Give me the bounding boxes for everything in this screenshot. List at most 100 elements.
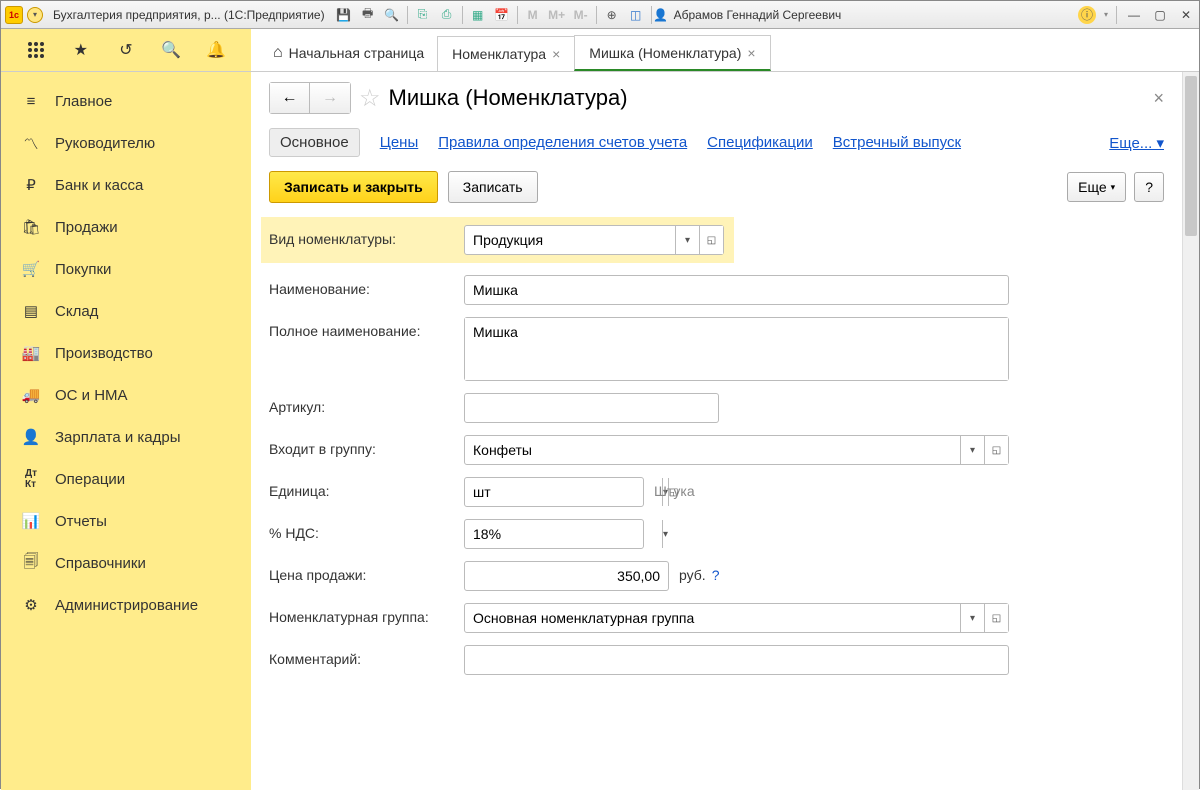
- field-sku[interactable]: [464, 393, 719, 423]
- sidebar-item-label: Руководителю: [55, 135, 155, 152]
- field-vat[interactable]: ▾: [464, 519, 644, 549]
- sidebar-item-operations[interactable]: ДтКтОперации: [1, 458, 251, 500]
- app-menu-dropdown[interactable]: ▾: [27, 7, 43, 23]
- open-ref-icon[interactable]: ◱: [699, 226, 723, 254]
- label-fullname: Полное наименование:: [269, 317, 464, 339]
- close-window-button[interactable]: ✕: [1177, 6, 1195, 24]
- open-ref-icon[interactable]: ◱: [984, 604, 1008, 632]
- save-button[interactable]: Записать: [448, 171, 538, 203]
- input-group[interactable]: [465, 436, 960, 464]
- tab-home[interactable]: ⌂ Начальная страница: [259, 35, 438, 71]
- section-link-prices[interactable]: Цены: [380, 134, 419, 151]
- dropdown-icon[interactable]: ▾: [675, 226, 699, 254]
- input-comment[interactable]: [465, 646, 1008, 674]
- input-unit[interactable]: [465, 478, 662, 506]
- export-icon[interactable]: ⎙: [438, 6, 456, 24]
- calculator-icon[interactable]: ▦: [469, 6, 487, 24]
- print-icon[interactable]: 🖶: [359, 6, 377, 24]
- open-ref-icon[interactable]: ◱: [984, 436, 1008, 464]
- sidebar-item-reports[interactable]: 📊Отчеты: [1, 500, 251, 542]
- label-vat: % НДС:: [269, 519, 464, 541]
- history-icon[interactable]: ↺: [115, 39, 137, 61]
- section-link-counter[interactable]: Встречный выпуск: [833, 134, 961, 151]
- maximize-button[interactable]: ▢: [1151, 6, 1169, 24]
- price-help-icon[interactable]: ?: [712, 561, 720, 583]
- sidebar-item-purchases[interactable]: 🛒Покупки: [1, 248, 251, 290]
- close-icon[interactable]: ×: [747, 45, 755, 61]
- sidebar-item-admin[interactable]: ⚙Администрирование: [1, 584, 251, 626]
- field-comment[interactable]: [464, 645, 1009, 675]
- section-link-main[interactable]: Основное: [269, 128, 360, 157]
- save-icon[interactable]: 💾: [335, 6, 353, 24]
- tab-item-mishka[interactable]: Мишка (Номенклатура) ×: [574, 35, 770, 71]
- info-icon[interactable]: ⓘ: [1078, 6, 1096, 24]
- boxes-icon: ▤: [21, 301, 41, 321]
- search-icon[interactable]: 🔍: [160, 39, 182, 61]
- separator: [407, 6, 408, 24]
- sidebar-item-main[interactable]: ≡Главное: [1, 80, 251, 122]
- sidebar-item-sales[interactable]: 🛍Продажи: [1, 206, 251, 248]
- input-fullname[interactable]: [465, 318, 1008, 380]
- tab-nomenclature[interactable]: Номенклатура ×: [437, 36, 575, 71]
- forward-button[interactable]: →: [310, 83, 350, 113]
- dropdown-icon[interactable]: ▾: [960, 604, 984, 632]
- vertical-scrollbar[interactable]: [1182, 72, 1199, 790]
- field-type[interactable]: ▾ ◱: [464, 225, 724, 255]
- scroll-thumb[interactable]: [1185, 76, 1197, 236]
- save-close-button[interactable]: Записать и закрыть: [269, 171, 438, 203]
- calendar-icon[interactable]: 📅: [493, 6, 511, 24]
- close-page-button[interactable]: ×: [1153, 88, 1164, 109]
- field-name[interactable]: [464, 275, 1009, 305]
- favorite-star-icon[interactable]: ☆: [359, 84, 381, 113]
- input-price[interactable]: [465, 562, 668, 590]
- field-group[interactable]: ▾ ◱: [464, 435, 1009, 465]
- row-nomgroup: Номенклатурная группа: ▾ ◱: [269, 603, 1164, 633]
- sidebar-item-assets[interactable]: 🚚ОС и НМА: [1, 374, 251, 416]
- sidebar-item-production[interactable]: 🏭Производство: [1, 332, 251, 374]
- sidebar-item-label: Продажи: [55, 219, 118, 236]
- menu-icon: ≡: [21, 91, 41, 111]
- field-fullname[interactable]: [464, 317, 1009, 381]
- more-actions-button[interactable]: Еще▾: [1067, 172, 1126, 202]
- dropdown-icon[interactable]: ▾: [662, 520, 668, 548]
- dropdown-icon[interactable]: ▾: [960, 436, 984, 464]
- input-nomgroup[interactable]: [465, 604, 960, 632]
- input-type[interactable]: [465, 226, 675, 254]
- section-links-more[interactable]: Еще... ▾: [1109, 134, 1164, 152]
- input-name[interactable]: [465, 276, 1008, 304]
- input-sku[interactable]: [465, 394, 718, 422]
- sidebar-item-label: Администрирование: [55, 597, 198, 614]
- preview-icon[interactable]: 🔍: [383, 6, 401, 24]
- memory-plus-icon[interactable]: M+: [548, 6, 566, 24]
- label-nomgroup: Номенклатурная группа:: [269, 603, 464, 625]
- favorite-icon[interactable]: ★: [70, 39, 92, 61]
- sidebar-item-label: Зарплата и кадры: [55, 429, 181, 446]
- memory-minus-icon[interactable]: M-: [572, 6, 590, 24]
- compare-icon[interactable]: ⎘: [414, 6, 432, 24]
- section-link-specs[interactable]: Спецификации: [707, 134, 813, 151]
- zoom-icon[interactable]: ⊕: [603, 6, 621, 24]
- help-button[interactable]: ?: [1134, 172, 1164, 202]
- user-name: Абрамов Геннадий Сергеевич: [674, 8, 842, 22]
- user-info[interactable]: 👤 Абрамов Геннадий Сергеевич: [652, 6, 842, 24]
- main-area: ≡Главное 〽Руководителю ₽Банк и касса 🛍Пр…: [1, 72, 1199, 790]
- field-unit[interactable]: ▾ ◱: [464, 477, 644, 507]
- sidebar-item-catalogs[interactable]: 🗐Справочники: [1, 542, 251, 584]
- minimize-button[interactable]: —: [1125, 6, 1143, 24]
- sidebar-item-manager[interactable]: 〽Руководителю: [1, 122, 251, 164]
- close-icon[interactable]: ×: [552, 46, 560, 62]
- tab-label: Начальная страница: [289, 45, 424, 61]
- sidebar-item-bank[interactable]: ₽Банк и касса: [1, 164, 251, 206]
- sidebar-item-warehouse[interactable]: ▤Склад: [1, 290, 251, 332]
- panels-icon[interactable]: ◫: [627, 6, 645, 24]
- field-price[interactable]: [464, 561, 669, 591]
- memory-m-icon[interactable]: M: [524, 6, 542, 24]
- info-dropdown-icon[interactable]: ▾: [1104, 10, 1108, 19]
- input-vat[interactable]: [465, 520, 662, 548]
- back-button[interactable]: ←: [270, 83, 310, 113]
- section-link-accounts[interactable]: Правила определения счетов учета: [438, 134, 687, 151]
- notifications-icon[interactable]: 🔔: [205, 39, 227, 61]
- field-nomgroup[interactable]: ▾ ◱: [464, 603, 1009, 633]
- sidebar-item-hr[interactable]: 👤Зарплата и кадры: [1, 416, 251, 458]
- apps-icon[interactable]: [25, 39, 47, 61]
